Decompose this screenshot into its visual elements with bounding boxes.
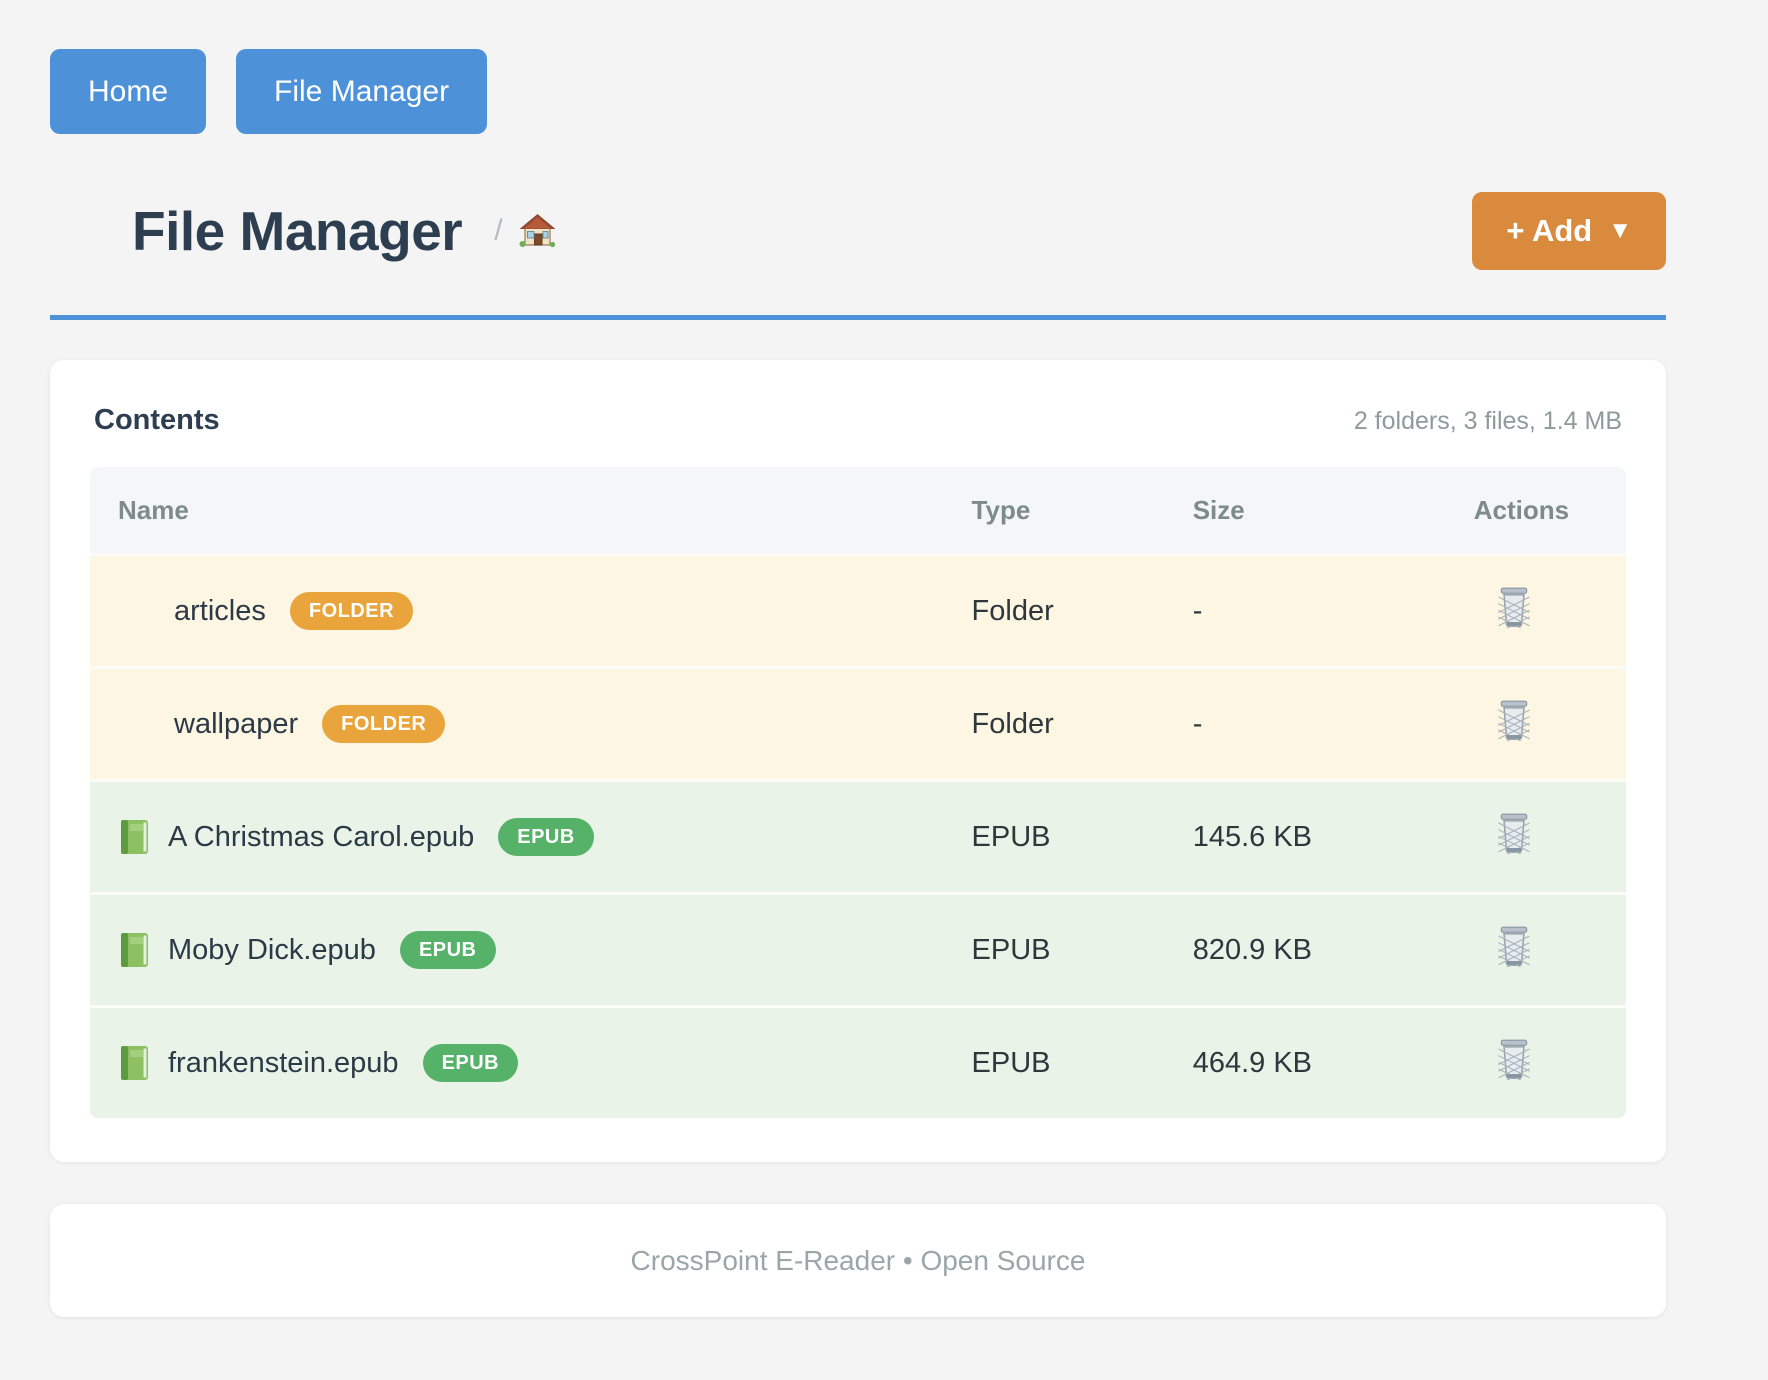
- item-size: -: [1187, 553, 1468, 666]
- item-size: 464.9 KB: [1187, 1005, 1468, 1118]
- house-icon: [517, 211, 557, 251]
- item-type: Folder: [966, 666, 1187, 779]
- column-header-size: Size: [1187, 467, 1468, 553]
- folder-icon: [118, 594, 156, 628]
- table-header-row: Name Type Size Actions: [90, 467, 1626, 553]
- item-name[interactable]: Moby Dick.epub: [168, 934, 376, 967]
- table-row: A Christmas Carol.epub EPUB EPUB 145.6 K…: [90, 779, 1626, 892]
- item-type: EPUB: [966, 1005, 1187, 1118]
- item-size: 145.6 KB: [1187, 779, 1468, 892]
- epub-badge: EPUB: [423, 1044, 519, 1082]
- footer-text: CrossPoint E-Reader • Open Source: [631, 1245, 1086, 1277]
- item-name[interactable]: A Christmas Carol.epub: [168, 821, 474, 854]
- folder-icon: [118, 707, 156, 741]
- header-divider: [50, 315, 1666, 320]
- table-row: Moby Dick.epub EPUB EPUB 820.9 KB: [90, 892, 1626, 1005]
- item-name[interactable]: frankenstein.epub: [168, 1047, 399, 1080]
- footer-card: CrossPoint E-Reader • Open Source: [50, 1204, 1666, 1317]
- nav-file-manager-button[interactable]: File Manager: [236, 49, 487, 134]
- chevron-down-icon: ▼: [1608, 217, 1632, 245]
- file-manager-page: Home File Manager File Manager / + Add ▼…: [0, 0, 1768, 1317]
- top-nav: Home File Manager: [50, 49, 1666, 134]
- table-row: frankenstein.epub EPUB EPUB 464.9 KB: [90, 1005, 1626, 1118]
- item-name[interactable]: wallpaper: [174, 708, 298, 741]
- wastebasket-icon: [1496, 925, 1532, 967]
- folder-badge: FOLDER: [322, 705, 445, 743]
- folder-icon: [50, 205, 112, 257]
- item-size: 820.9 KB: [1187, 892, 1468, 1005]
- green-book-icon: [118, 931, 150, 969]
- wastebasket-icon: [1496, 1038, 1532, 1080]
- contents-header: Contents 2 folders, 3 files, 1.4 MB: [90, 404, 1626, 437]
- folder-badge: FOLDER: [290, 592, 413, 630]
- file-table: Name Type Size Actions articles FOLDER F…: [90, 467, 1626, 1118]
- wastebasket-icon: [1496, 586, 1532, 628]
- add-dropdown-button[interactable]: + Add ▼: [1472, 192, 1666, 270]
- epub-badge: EPUB: [400, 931, 496, 969]
- item-size: -: [1187, 666, 1468, 779]
- delete-button[interactable]: [1496, 586, 1532, 628]
- column-header-type: Type: [966, 467, 1187, 553]
- delete-button[interactable]: [1496, 925, 1532, 967]
- contents-summary: 2 folders, 3 files, 1.4 MB: [1354, 407, 1622, 436]
- delete-button[interactable]: [1496, 812, 1532, 854]
- item-type: EPUB: [966, 779, 1187, 892]
- breadcrumb-separator: /: [494, 214, 502, 248]
- contents-title: Contents: [94, 404, 220, 437]
- nav-home-button[interactable]: Home: [50, 49, 206, 134]
- breadcrumb-home-button[interactable]: [517, 211, 557, 251]
- column-header-name: Name: [90, 467, 966, 553]
- wastebasket-icon: [1496, 812, 1532, 854]
- delete-button[interactable]: [1496, 699, 1532, 741]
- contents-card: Contents 2 folders, 3 files, 1.4 MB Name…: [50, 360, 1666, 1162]
- epub-badge: EPUB: [498, 818, 594, 856]
- green-book-icon: [118, 818, 150, 856]
- column-header-actions: Actions: [1468, 467, 1626, 553]
- table-row: wallpaper FOLDER Folder -: [90, 666, 1626, 779]
- green-book-icon: [118, 1044, 150, 1082]
- item-type: Folder: [966, 553, 1187, 666]
- page-title: File Manager: [132, 199, 462, 263]
- table-row: articles FOLDER Folder -: [90, 553, 1626, 666]
- wastebasket-icon: [1496, 699, 1532, 741]
- item-type: EPUB: [966, 892, 1187, 1005]
- page-header: File Manager / + Add ▼: [50, 191, 1666, 271]
- add-button-label: + Add: [1506, 213, 1592, 249]
- delete-button[interactable]: [1496, 1038, 1532, 1080]
- item-name[interactable]: articles: [174, 595, 266, 628]
